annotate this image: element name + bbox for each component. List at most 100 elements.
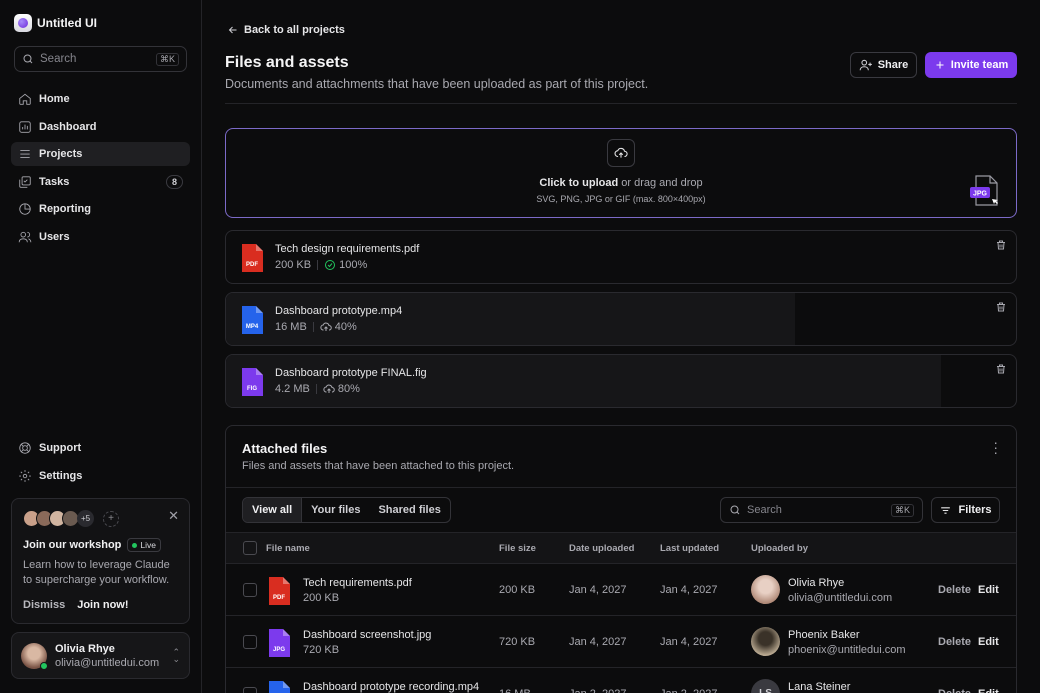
back-link[interactable]: Back to all projects (227, 24, 345, 36)
edit-button[interactable]: Edit (978, 636, 999, 648)
date-uploaded: Jan 2, 2027 (569, 688, 627, 693)
column-date-uploaded[interactable]: Date uploaded (569, 543, 634, 554)
sidebar-item-tasks[interactable]: Tasks 8 (11, 170, 190, 194)
invite-team-button[interactable]: Invite team (925, 52, 1017, 78)
sidebar-item-support[interactable]: Support (11, 436, 190, 460)
sidebar-item-label: Users (39, 230, 70, 243)
upload-progress-bar (226, 231, 1016, 283)
filters-button[interactable]: Filters (931, 497, 1000, 523)
plus-icon (936, 61, 944, 69)
filters-label: Filters (958, 504, 992, 516)
trash-icon[interactable] (995, 301, 1007, 316)
sidebar-item-settings[interactable]: Settings (11, 464, 190, 488)
delete-button[interactable]: Delete (938, 688, 971, 693)
file-upload-dropzone[interactable]: Click to upload or drag and drop SVG, PN… (225, 128, 1017, 218)
close-icon[interactable]: ✕ (168, 508, 179, 524)
back-link-label: Back to all projects (244, 24, 345, 36)
upload-item: MP4 Dashboard prototype.mp4 16 MB 40% (225, 292, 1017, 346)
file-size: 200 KB (303, 592, 340, 604)
upload-percent: 40% (334, 321, 357, 333)
row-checkbox[interactable] (243, 635, 257, 649)
dismiss-button[interactable]: Dismiss (23, 599, 65, 611)
edit-button[interactable]: Edit (978, 584, 999, 596)
upload-instructions: Click to upload or drag and drop (226, 177, 1016, 189)
delete-button[interactable]: Delete (938, 636, 971, 648)
workshop-description: Learn how to leverage Claude to supercha… (23, 559, 170, 586)
sidebar-item-home[interactable]: Home (11, 87, 190, 111)
attached-files-title: Attached files (242, 441, 328, 456)
drag-drop-text: or drag and drop (618, 177, 703, 189)
tab-view-all[interactable]: View all (243, 498, 303, 522)
life-buoy-icon (19, 442, 31, 454)
upload-status: 40% (320, 321, 357, 333)
upload-meta: 4.2 MB 80% (275, 383, 360, 395)
upload-file-size: 16 MB (275, 321, 307, 333)
file-size-cell: 16 MB (499, 688, 531, 693)
sidebar-item-reporting[interactable]: Reporting (11, 197, 190, 221)
tasks-count-badge: 8 (165, 174, 183, 189)
user-plus-icon (859, 59, 872, 71)
search-icon (730, 505, 740, 515)
click-to-upload-link[interactable]: Click to upload (539, 177, 618, 189)
upload-file-name: Dashboard prototype.mp4 (275, 305, 403, 317)
chevron-up-down-icon[interactable]: ⌃ ⌄ (172, 647, 180, 663)
join-now-button[interactable]: Join now! (77, 599, 128, 611)
last-updated: Jan 4, 2027 (660, 636, 718, 648)
avatar (751, 627, 780, 656)
column-uploaded-by[interactable]: Uploaded by (751, 543, 808, 554)
more-vertical-icon[interactable]: · · · (993, 435, 998, 459)
sidebar-item-label: Tasks (39, 175, 70, 188)
share-button[interactable]: Share (850, 52, 917, 78)
uploader-email: olivia@untitledui.com (788, 592, 893, 604)
brand[interactable]: Untitled UI (14, 13, 190, 33)
column-file-size[interactable]: File size (499, 543, 536, 554)
online-status-dot (40, 661, 48, 670)
check-square-icon (19, 175, 31, 188)
trash-icon[interactable] (995, 363, 1007, 378)
sidebar-item-projects[interactable]: Projects (11, 142, 190, 166)
column-last-updated[interactable]: Last updated (660, 543, 719, 554)
add-avatar-button[interactable]: + (103, 510, 119, 527)
upload-meta: 16 MB 40% (275, 321, 357, 333)
workshop-card: +5 + ✕ Join our workshop Live Learn how … (11, 498, 190, 624)
bar-chart-icon (19, 120, 31, 133)
upload-item: FIG Dashboard prototype FINAL.fig 4.2 MB… (225, 354, 1017, 408)
avatar-more-count: +5 (77, 510, 94, 527)
arrow-left-icon (228, 26, 237, 34)
pdf-file-icon: PDF (240, 243, 264, 276)
search-shortcut: ⌘K (890, 503, 914, 517)
sidebar-item-label: Projects (39, 148, 83, 160)
sidebar-item-dashboard[interactable]: Dashboard (11, 115, 190, 139)
user-account-card[interactable]: Olivia Rhye olivia@untitledui.com ⌃ ⌄ (11, 632, 190, 679)
column-file-name[interactable]: File name (266, 543, 310, 554)
file-size-cell: 200 KB (499, 584, 536, 596)
jpg-file-icon: JPG (267, 628, 291, 661)
card-divider (226, 487, 1016, 488)
search-placeholder: Search (747, 504, 782, 516)
row-checkbox[interactable] (243, 687, 257, 693)
row-checkbox[interactable] (243, 583, 257, 597)
date-uploaded: Jan 4, 2027 (569, 584, 627, 596)
files-search-input[interactable]: Search ⌘K (720, 497, 923, 523)
trash-icon[interactable] (995, 239, 1007, 254)
user-email: olivia@untitledui.com (55, 656, 160, 669)
search-icon (23, 54, 33, 64)
uploader-name: Olivia Rhye (788, 577, 845, 589)
file-filter-tabs: View all Your files Shared files (242, 497, 451, 523)
upload-progress-bar (226, 355, 941, 407)
page-subtitle: Documents and attachments that have been… (225, 77, 649, 91)
select-all-checkbox[interactable] (243, 541, 257, 555)
sidebar-bottom-nav: Support Settings (11, 436, 190, 488)
mp4-file-icon: MP4 (240, 305, 264, 338)
edit-button[interactable]: Edit (978, 688, 999, 693)
tab-shared-files[interactable]: Shared files (369, 498, 449, 522)
avatar: LS (751, 679, 780, 693)
workshop-title-text: Join our workshop (23, 539, 122, 551)
file-size: 720 KB (303, 644, 340, 656)
sidebar-search-input[interactable]: Search ⌘K (14, 46, 187, 72)
table-row: PDF Tech requirements.pdf 200 KB 200 KB Jan … (226, 564, 1016, 616)
delete-button[interactable]: Delete (938, 584, 971, 596)
tab-your-files[interactable]: Your files (302, 498, 369, 522)
workshop-avatars: +5 + (23, 510, 178, 527)
sidebar-item-users[interactable]: Users (11, 225, 190, 249)
